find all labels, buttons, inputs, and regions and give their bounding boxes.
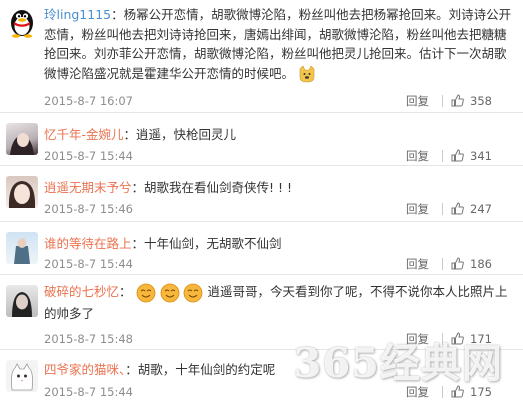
comment-text: ：杨幂公开恋情，胡歌微博沦陷，粉丝叫他去把杨幂抢回来。刘诗诗公开恋情，粉丝叫他去… — [44, 7, 512, 81]
comment-timestamp: 2015-8-7 15:46 — [44, 202, 133, 216]
comment-timestamp: 2015-8-7 15:44 — [44, 257, 133, 271]
reply-button[interactable]: 回复 — [406, 255, 429, 273]
like-button[interactable]: 247 — [451, 200, 515, 218]
username-link[interactable]: 四爷家的猫咪、 — [44, 362, 125, 377]
avatar-photo-icon — [12, 292, 32, 317]
username-link[interactable]: 谁的等待在路上 — [44, 236, 132, 251]
like-button[interactable]: 358 — [451, 92, 515, 110]
comment-timestamp: 2015-8-7 15:44 — [44, 149, 133, 163]
comment-text: ：十年仙剑，无胡歌不仙剑 — [131, 236, 282, 251]
comment-text: ：胡歌我在看仙剑奇侠传! ! ! — [131, 180, 292, 195]
like-count: 358 — [470, 94, 492, 108]
smile-emoji-icon — [184, 283, 203, 302]
thumbs-up-icon — [451, 202, 464, 215]
thumbs-up-icon — [451, 257, 464, 270]
comment-timestamp: 2015-8-7 15:44 — [44, 385, 133, 399]
comment-timestamp: 2015-8-7 15:48 — [44, 332, 133, 346]
divider — [442, 150, 443, 162]
like-count: 186 — [470, 257, 492, 271]
avatar-photo-icon — [14, 238, 30, 264]
like-count: 341 — [470, 149, 492, 163]
thumbs-up-icon — [451, 149, 464, 162]
doge-emoji-icon — [299, 65, 315, 83]
reply-button[interactable]: 回复 — [406, 92, 429, 110]
avatar[interactable] — [6, 176, 38, 208]
avatar[interactable] — [6, 285, 38, 317]
avatar[interactable] — [6, 123, 38, 155]
comment-text: ：逍遥，快枪回灵儿 — [123, 127, 237, 142]
like-button[interactable]: 186 — [451, 255, 515, 273]
like-button[interactable]: 341 — [451, 147, 515, 165]
avatar-photo-icon — [10, 133, 34, 155]
username-link[interactable]: 玲ling1115 — [44, 7, 111, 22]
divider — [442, 258, 443, 270]
avatar[interactable] — [6, 6, 38, 38]
like-count: 247 — [470, 202, 492, 216]
divider — [442, 203, 443, 215]
avatar-photo-icon — [8, 181, 36, 208]
smile-emoji-icon — [136, 283, 155, 302]
cat-avatar-icon — [11, 363, 33, 391]
username-link[interactable]: 忆千年-金婉儿 — [44, 127, 124, 142]
avatar[interactable] — [6, 232, 38, 264]
qq-penguin-icon — [11, 10, 33, 38]
comment-item: 玲ling1115：杨幂公开恋情，胡歌微博沦陷，粉丝叫他去把杨幂抢回来。刘诗诗公… — [0, 0, 523, 113]
comment-item: 忆千年-金婉儿：逍遥，快枪回灵儿 2015-8-7 15:44 回复 341 — [0, 113, 523, 166]
smile-emoji-icon — [160, 283, 179, 302]
username-link[interactable]: 逍遥无期末予兮 — [44, 180, 132, 195]
avatar[interactable] — [6, 360, 38, 392]
comment-item: 谁的等待在路上：十年仙剑，无胡歌不仙剑 2015-8-7 15:44 回复 18… — [0, 222, 523, 275]
comment-item: 逍遥无期末予兮：胡歌我在看仙剑奇侠传! ! ! 2015-8-7 15:46 回… — [0, 166, 523, 222]
thumbs-up-icon — [451, 94, 464, 107]
site-watermark: 365经典网 — [293, 340, 503, 387]
divider — [442, 95, 443, 107]
comment-text: ：胡歌，十年仙剑的约定呢 — [125, 362, 276, 377]
username-link[interactable]: 破碎的七秒忆 — [44, 284, 119, 299]
comment-timestamp: 2015-8-7 16:07 — [44, 94, 133, 108]
reply-button[interactable]: 回复 — [406, 200, 429, 218]
reply-button[interactable]: 回复 — [406, 147, 429, 165]
